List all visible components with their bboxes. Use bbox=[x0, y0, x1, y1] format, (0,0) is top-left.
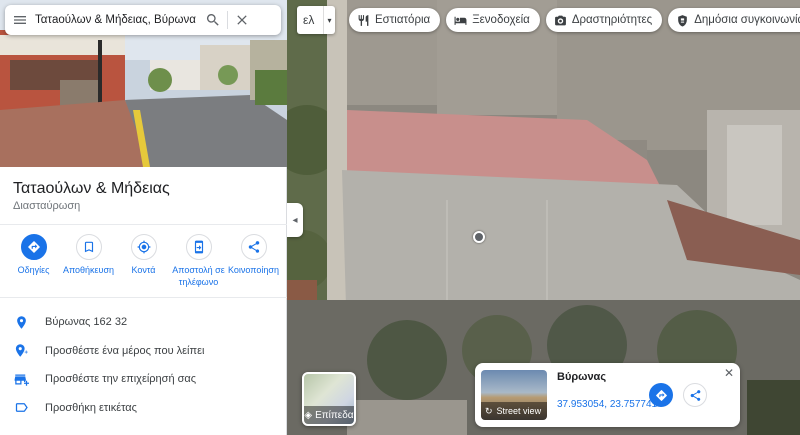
directions-button[interactable]: Οδηγίες bbox=[6, 234, 61, 288]
card-coordinates[interactable]: 37.953054, 23.757741 bbox=[557, 399, 657, 410]
chip-label: Εστιατόρια bbox=[375, 14, 431, 26]
camera-icon bbox=[554, 15, 566, 25]
address-row[interactable]: Βύρωνας 162 32 bbox=[0, 308, 287, 337]
add-business-row[interactable]: Προσθέστε την επιχείρησή σας bbox=[0, 365, 287, 394]
action-label: Αποθήκευση bbox=[62, 265, 115, 275]
place-title: Τατaούλων & Μήδειας bbox=[13, 180, 170, 197]
add-label-row[interactable]: Προσθήκη ετικέτας bbox=[0, 394, 287, 423]
add-business-icon bbox=[14, 374, 29, 386]
search-icon[interactable] bbox=[205, 12, 221, 28]
chip-label: Ξενοδοχεία bbox=[472, 14, 530, 26]
layers-icon: ◈ bbox=[304, 409, 313, 421]
label-icon bbox=[15, 403, 28, 413]
menu-icon[interactable] bbox=[5, 12, 35, 28]
add-business-text: Προσθέστε την επιχείρησή σας bbox=[45, 373, 197, 386]
chip-activities[interactable]: Δραστηριότητες bbox=[545, 8, 663, 32]
action-label: Κοινοποίηση bbox=[228, 265, 279, 275]
category-chips: Εστιατόρια Ξενοδοχεία Δραστηριότητες Δημ… bbox=[349, 8, 800, 32]
save-button[interactable]: Αποθήκευση bbox=[61, 234, 116, 288]
place-panel: Τατaούλων & Μήδειας Διασταύρωση Οδηγίες … bbox=[0, 0, 287, 435]
directions-icon bbox=[655, 389, 667, 401]
add-missing-place-text: Προσθέστε ένα μέρος που λείπει bbox=[45, 344, 205, 357]
divider bbox=[227, 11, 228, 29]
location-info-card: ↻ Street view Βύρωνας 37.953054, 23.7577… bbox=[475, 363, 740, 427]
search-input[interactable] bbox=[35, 14, 205, 26]
action-buttons: Οδηγίες Αποθήκευση Κοντά Αποστολή σε τηλ… bbox=[0, 234, 287, 288]
street-view-thumbnail[interactable]: ↻ Street view bbox=[481, 370, 547, 420]
divider bbox=[0, 224, 287, 225]
location-pin-icon bbox=[17, 316, 26, 329]
send-to-phone-button[interactable]: Αποστολή σε τηλέφωνο bbox=[171, 234, 226, 288]
restaurant-icon bbox=[358, 14, 369, 26]
layers-label: Επίπεδα bbox=[315, 409, 354, 421]
map-canvas[interactable]: ελ ▾ Εστιατόρια Ξενοδοχεία Δραστηριότητε… bbox=[287, 0, 800, 435]
close-icon[interactable] bbox=[234, 12, 250, 28]
layers-label-bar: ◈ Επίπεδα bbox=[304, 406, 354, 424]
action-label: Αποστολή σε τηλέφωνο bbox=[172, 265, 225, 287]
add-label-text: Προσθήκη ετικέτας bbox=[45, 401, 137, 414]
street-view-label: Street view bbox=[496, 406, 542, 416]
search-box bbox=[5, 5, 281, 35]
chevron-down-icon[interactable]: ▾ bbox=[323, 6, 335, 34]
share-icon bbox=[240, 234, 267, 260]
share-icon bbox=[690, 389, 700, 401]
layers-button[interactable]: ◈ Επίπεδα bbox=[302, 372, 356, 426]
add-place-icon bbox=[15, 344, 28, 357]
language-label: ελ bbox=[303, 13, 315, 27]
add-missing-place-row[interactable]: Προσθέστε ένα μέρος που λείπει bbox=[0, 337, 287, 366]
info-list: Βύρωνας 162 32 Προσθέστε ένα μέρος που λ… bbox=[0, 308, 287, 422]
location-marker-icon[interactable] bbox=[473, 231, 485, 243]
directions-icon bbox=[20, 234, 47, 260]
card-directions-button[interactable] bbox=[649, 383, 673, 407]
card-share-button[interactable] bbox=[683, 383, 707, 407]
hotel-icon bbox=[454, 16, 467, 25]
collapse-panel-button[interactable]: ◂ bbox=[287, 203, 303, 237]
transit-icon bbox=[678, 14, 688, 26]
language-toggle[interactable]: ελ ▾ bbox=[297, 6, 335, 34]
share-button[interactable]: Κοινοποίηση bbox=[226, 234, 281, 288]
bookmark-icon bbox=[75, 234, 102, 260]
chip-label: Δημόσια συγκοινωνία bbox=[694, 14, 800, 26]
chip-hotels[interactable]: Ξενοδοχεία bbox=[446, 8, 540, 32]
card-place-name: Βύρωνας bbox=[557, 371, 607, 383]
divider bbox=[0, 297, 287, 298]
chevron-left-icon: ◂ bbox=[292, 214, 298, 226]
chip-transit[interactable]: Δημόσια συγκοινωνία bbox=[668, 8, 800, 32]
nearby-button[interactable]: Κοντά bbox=[116, 234, 171, 288]
action-label: Κοντά bbox=[131, 265, 156, 275]
chip-restaurants[interactable]: Εστιατόρια bbox=[349, 8, 441, 32]
place-type: Διασταύρωση bbox=[13, 200, 81, 212]
chip-label: Δραστηριότητες bbox=[571, 14, 653, 26]
street-view-icon: ↻ bbox=[485, 405, 493, 416]
close-card-icon[interactable]: ✕ bbox=[724, 366, 734, 380]
action-label: Οδηγίες bbox=[17, 265, 50, 275]
address-text: Βύρωνας 162 32 bbox=[45, 316, 128, 329]
nearby-icon bbox=[130, 234, 157, 260]
street-view-label-bar: ↻ Street view bbox=[481, 402, 547, 420]
send-to-phone-icon bbox=[185, 234, 212, 260]
